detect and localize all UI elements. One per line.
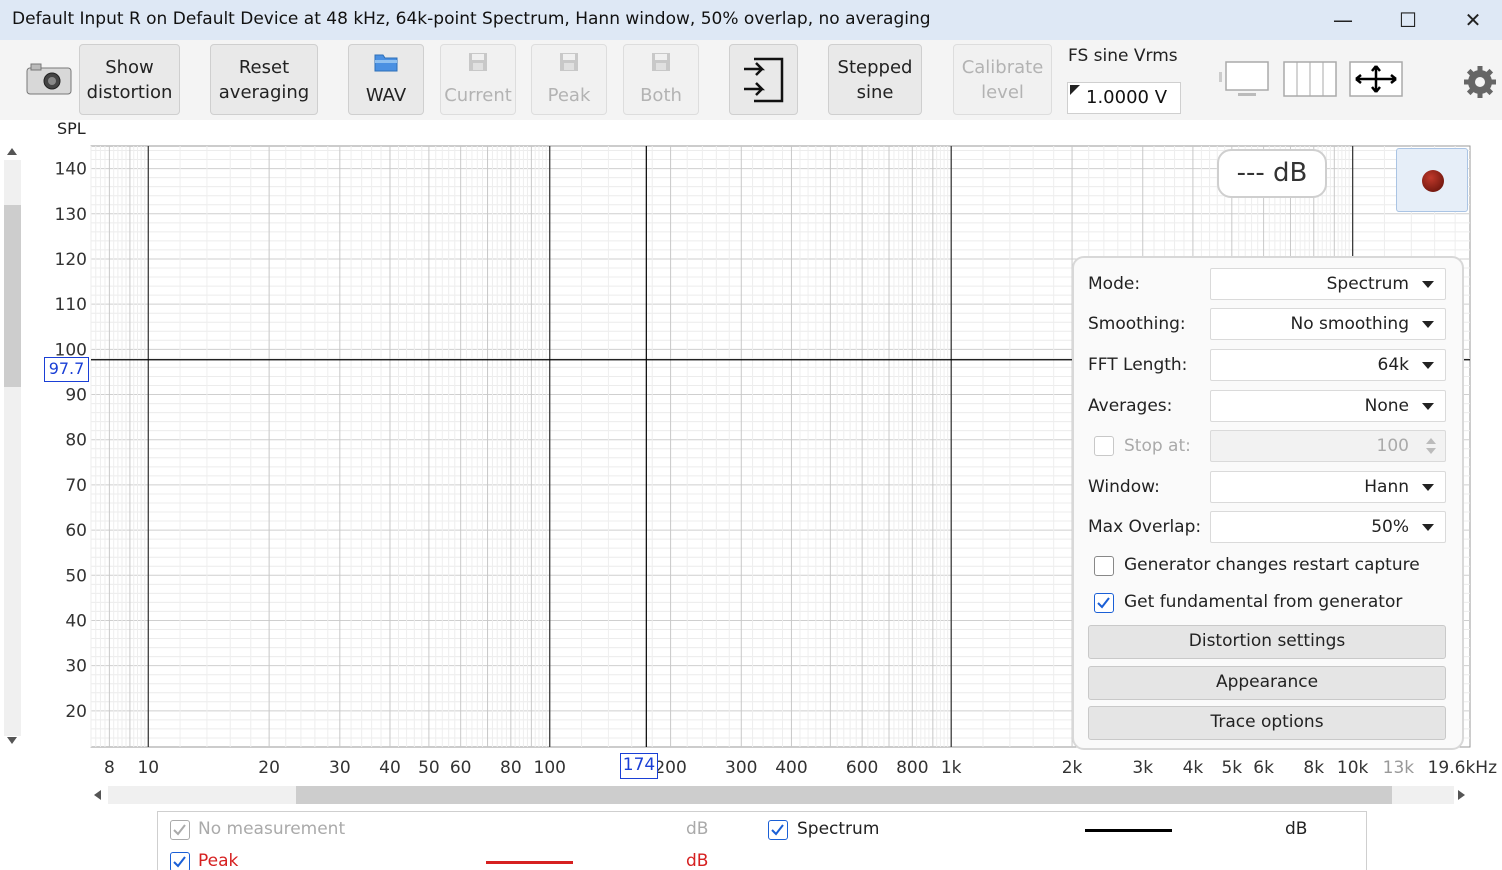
record-icon	[1422, 170, 1444, 192]
trace-legend: No measurement dB Spectrum dB Peak dB	[157, 811, 1367, 870]
generator-restart-checkbox[interactable]	[1094, 556, 1114, 576]
smoothing-select[interactable]: No smoothing	[1210, 308, 1446, 340]
peak-line-swatch	[486, 861, 573, 864]
x-tick-label: 600	[846, 758, 878, 778]
max-overlap-select[interactable]: 50%	[1210, 511, 1446, 543]
x-tick-label: 6k	[1253, 758, 1274, 778]
y-tick-label: 80	[65, 431, 87, 451]
appearance-button[interactable]: Appearance	[1088, 666, 1446, 700]
x-tick-label: 2k	[1062, 758, 1083, 778]
x-tick-label: 1k	[941, 758, 962, 778]
x-tick-label: 800	[896, 758, 928, 778]
cursor-x-readout: 174	[620, 753, 658, 779]
peak-unit: dB	[686, 851, 709, 870]
x-tick-label: 4k	[1183, 758, 1204, 778]
fft-length-label: FFT Length:	[1088, 355, 1188, 375]
chevron-down-icon	[1422, 362, 1434, 369]
fft-length-select[interactable]: 64k	[1210, 349, 1446, 381]
settings-panel: Mode: Spectrum Smoothing: No smoothing F…	[1072, 256, 1464, 750]
checkmark-icon	[173, 824, 186, 836]
get-fundamental-label: Get fundamental from generator	[1124, 592, 1403, 612]
mode-select[interactable]: Spectrum	[1210, 268, 1446, 300]
averages-label: Averages:	[1088, 396, 1173, 416]
x-tick-label: 40	[379, 758, 401, 778]
chevron-down-icon	[1422, 524, 1434, 531]
averages-select[interactable]: None	[1210, 390, 1446, 422]
y-tick-label: 60	[65, 521, 87, 541]
window-label: Window:	[1088, 477, 1160, 497]
y-tick-label: 20	[65, 702, 87, 722]
spinner-arrows-icon	[1426, 438, 1436, 454]
spectrum-unit: dB	[1285, 819, 1308, 839]
chevron-down-icon	[1422, 281, 1434, 288]
y-tick-label: 120	[55, 250, 87, 270]
stop-at-label: Stop at:	[1124, 436, 1191, 456]
checkmark-icon	[173, 856, 186, 868]
checkmark-icon	[771, 824, 784, 836]
chevron-down-icon	[1422, 321, 1434, 328]
x-tick-label: 100	[534, 758, 566, 778]
chevron-down-icon	[1422, 403, 1434, 410]
x-tick-label: 300	[725, 758, 757, 778]
x-tick-label: 30	[329, 758, 351, 778]
y-tick-label: 110	[55, 295, 87, 315]
x-tick-label: 20	[258, 758, 280, 778]
scroll-left-arrow[interactable]	[94, 790, 101, 800]
x-tick-label: 80	[500, 758, 522, 778]
checkmark-icon	[1097, 597, 1110, 609]
y-tick-label: 50	[65, 566, 87, 586]
y-tick-label: 140	[55, 160, 87, 180]
record-button[interactable]	[1396, 148, 1468, 212]
stop-at-checkbox[interactable]	[1094, 436, 1114, 456]
x-tick-label: 8	[104, 758, 115, 778]
x-tick-label: 5k	[1221, 758, 1242, 778]
x-tick-label: 10	[137, 758, 159, 778]
trace-options-button[interactable]: Trace options	[1088, 706, 1446, 740]
x-tick-label: 10k	[1337, 758, 1369, 778]
mode-label: Mode:	[1088, 274, 1141, 294]
scroll-right-arrow[interactable]	[1458, 790, 1465, 800]
db-readout: --- dB	[1217, 149, 1327, 198]
horizontal-scroll-thumb[interactable]	[296, 786, 1392, 804]
x-tick-label: 3k	[1132, 758, 1153, 778]
peak-checkbox[interactable]	[170, 852, 190, 870]
y-tick-label: 130	[55, 205, 87, 225]
x-tick-label: 8k	[1303, 758, 1324, 778]
smoothing-label: Smoothing:	[1088, 314, 1186, 334]
x-tick-label: 19.6kHz	[1428, 758, 1497, 778]
get-fundamental-checkbox[interactable]	[1094, 593, 1114, 613]
generator-restart-label: Generator changes restart capture	[1124, 555, 1420, 575]
y-tick-label: 90	[65, 386, 87, 406]
y-tick-label: 30	[65, 657, 87, 677]
peak-label: Peak	[198, 851, 239, 870]
x-tick-label: 50	[418, 758, 440, 778]
x-tick-label: 13k	[1383, 758, 1415, 778]
stop-at-spinner[interactable]: 100	[1210, 430, 1446, 462]
max-overlap-label: Max Overlap:	[1088, 517, 1202, 537]
chevron-down-icon	[1422, 484, 1434, 491]
cursor-y-readout: 97.7	[44, 357, 89, 382]
y-tick-label: 40	[65, 611, 87, 631]
no-measurement-unit: dB	[686, 819, 709, 839]
distortion-settings-button[interactable]: Distortion settings	[1088, 625, 1446, 659]
no-measurement-checkbox[interactable]	[170, 820, 190, 840]
window-select[interactable]: Hann	[1210, 471, 1446, 503]
x-tick-label: 60	[450, 758, 472, 778]
x-tick-label: 400	[775, 758, 807, 778]
spectrum-label: Spectrum	[797, 819, 880, 839]
spectrum-checkbox[interactable]	[768, 820, 788, 840]
spectrum-line-swatch	[1085, 829, 1172, 832]
y-tick-label: 70	[65, 476, 87, 496]
x-tick-label: 200	[654, 758, 686, 778]
no-measurement-label: No measurement	[198, 819, 346, 839]
